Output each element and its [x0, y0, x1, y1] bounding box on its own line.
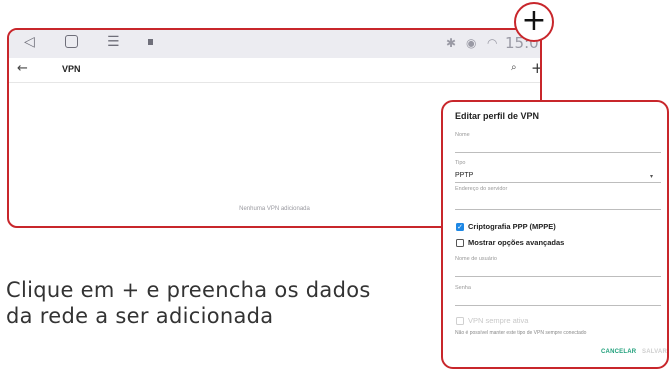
- advanced-options-checkbox[interactable]: [456, 239, 464, 247]
- instruction-text: Clique em + e preencha os dados da rede …: [6, 278, 371, 328]
- cancel-button[interactable]: CANCELAR: [601, 349, 636, 355]
- type-select-value[interactable]: PPTP: [455, 172, 473, 179]
- save-button[interactable]: SALVAR: [642, 349, 667, 355]
- wifi-icon: ◠: [487, 36, 498, 50]
- system-navigation-bar: ◁ ☰ ✱ ◉ ◠ 15:0: [9, 30, 540, 58]
- password-field-label: Senha: [455, 285, 471, 291]
- square-home-icon[interactable]: [65, 35, 78, 48]
- bluetooth-icon: ✱: [446, 36, 457, 50]
- back-arrow-icon[interactable]: ←: [17, 61, 28, 76]
- server-field-label: Endereço do servidor: [455, 186, 508, 192]
- edit-vpn-profile-dialog: Editar perfil de VPN Nome Tipo PPTP ▾ En…: [441, 100, 669, 369]
- dialog-title: Editar perfil de VPN: [455, 111, 540, 121]
- password-field[interactable]: [455, 305, 661, 306]
- highlighted-add-button[interactable]: +: [514, 2, 554, 42]
- username-field[interactable]: [455, 276, 661, 277]
- ppp-encryption-label: Criptografia PPP (MPPE): [468, 222, 556, 231]
- type-select-underline: [455, 182, 661, 183]
- search-icon[interactable]: ⌕: [511, 62, 517, 73]
- page-title: VPN: [62, 64, 81, 74]
- plus-icon: +: [521, 2, 547, 38]
- server-field[interactable]: [455, 209, 661, 210]
- always-on-note: Não é possível manter este tipo de VPN s…: [455, 330, 587, 336]
- triangle-back-icon[interactable]: ◁: [24, 34, 35, 50]
- always-on-checkbox: [456, 317, 464, 325]
- username-field-label: Nome de usuário: [455, 256, 497, 262]
- ppp-encryption-checkbox[interactable]: ✓: [456, 223, 464, 231]
- app-bar: ← VPN ⌕ +: [9, 58, 540, 83]
- type-field-label: Tipo: [455, 160, 466, 166]
- hamburger-menu-icon[interactable]: ☰: [107, 34, 120, 50]
- advanced-options-label: Mostrar opções avançadas: [468, 238, 565, 247]
- location-icon: ◉: [466, 36, 477, 50]
- add-vpn-button[interactable]: +: [531, 59, 540, 77]
- always-on-label: VPN sempre ativa: [468, 316, 529, 325]
- name-field-label: Nome: [455, 132, 470, 138]
- notification-icon: [148, 39, 153, 45]
- name-field[interactable]: [455, 152, 661, 153]
- dropdown-caret-icon[interactable]: ▾: [650, 173, 653, 180]
